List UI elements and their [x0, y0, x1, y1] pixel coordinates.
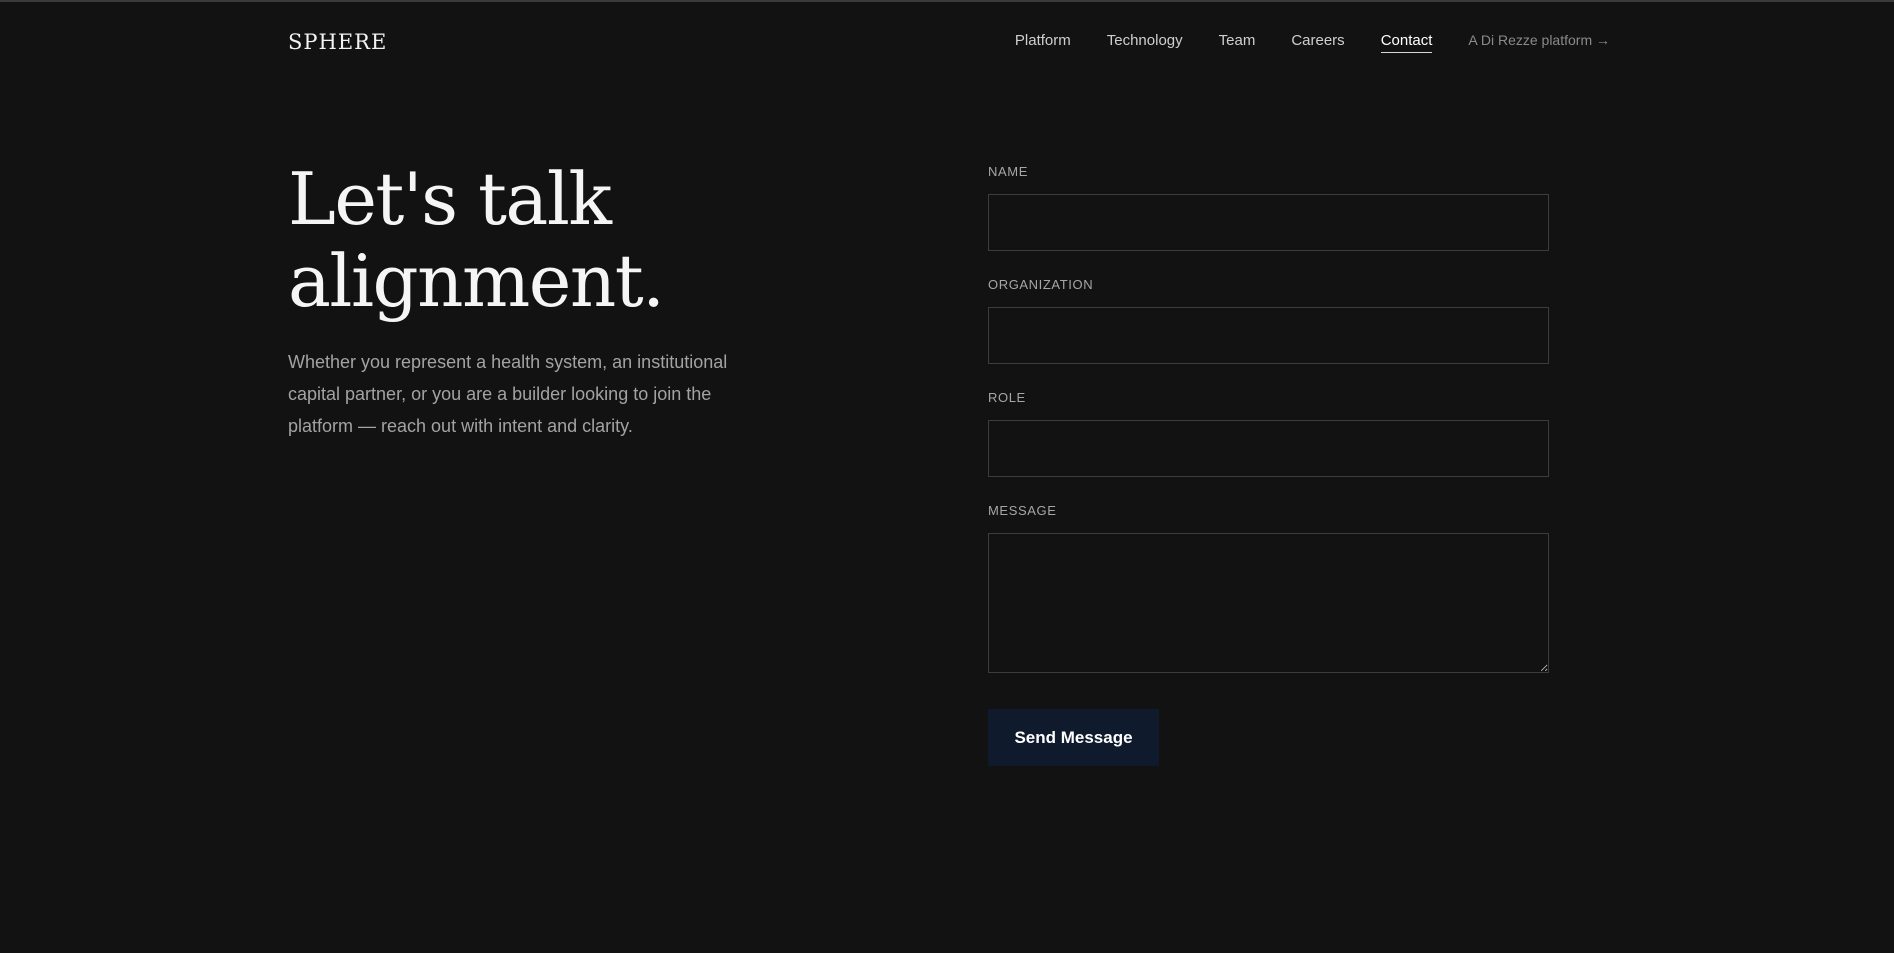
nav-contact[interactable]: Contact	[1380, 32, 1433, 53]
contact-form: NAME ORGANIZATION ROLE MESSAGE Send Mess…	[988, 164, 1549, 766]
name-input[interactable]	[988, 194, 1549, 251]
send-message-button[interactable]: Send Message	[988, 709, 1159, 766]
role-field-group: ROLE	[988, 390, 1549, 477]
nav-technology[interactable]: Technology	[1107, 32, 1183, 53]
message-textarea[interactable]	[988, 533, 1549, 673]
hero-description: Whether you represent a health system, a…	[288, 352, 728, 436]
page-title-line-1: Let's talk	[288, 157, 612, 241]
message-field-group: MESSAGE	[988, 503, 1549, 673]
top-border	[0, 0, 1894, 2]
organization-field-group: ORGANIZATION	[988, 277, 1549, 364]
role-input[interactable]	[988, 420, 1549, 477]
name-label: NAME	[988, 164, 1028, 179]
main-nav: Platform Technology Team Careers Contact…	[979, 32, 1610, 53]
organization-label: ORGANIZATION	[988, 277, 1094, 292]
message-label: MESSAGE	[988, 503, 1057, 518]
name-field-group: NAME	[988, 164, 1549, 251]
page-title: Let's talk alignment.	[288, 158, 748, 322]
nav-platform[interactable]: Platform	[1015, 32, 1071, 53]
di-rezze-platform-link[interactable]: A Di Rezze platform →	[1468, 32, 1610, 52]
logo[interactable]: SPHERE	[288, 30, 387, 54]
hero-section: Let's talk alignment. Whether you repres…	[288, 158, 748, 442]
nav-team[interactable]: Team	[1219, 32, 1256, 53]
nav-careers[interactable]: Careers	[1291, 32, 1344, 53]
role-label: ROLE	[988, 390, 1026, 405]
page-title-line-2: alignment.	[288, 239, 665, 323]
site-header: SPHERE Platform Technology Team Careers …	[288, 22, 1610, 62]
organization-input[interactable]	[988, 307, 1549, 364]
